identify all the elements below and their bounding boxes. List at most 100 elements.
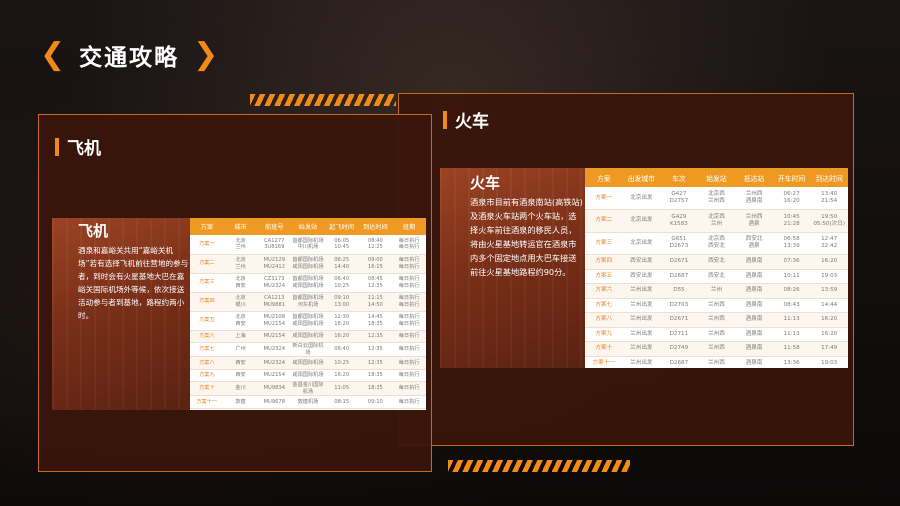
table-cell: G427 D2757 <box>660 187 698 210</box>
table-row: 方案五 北京 西安 MU2108 MU2154 首都国际机场 咸阳国际机场 12:30 … <box>190 311 426 331</box>
table-cell: 方案九 <box>190 369 224 382</box>
column-header: 到达时间 <box>358 218 393 235</box>
table-cell: 06:40 10:25 <box>324 273 359 293</box>
table-cell: 10:25 <box>324 356 359 370</box>
table-cell: CA1277 3U8169 <box>257 235 292 255</box>
plane-heading: 飞机 <box>55 134 101 159</box>
table-cell: 酒泉南 <box>735 327 773 342</box>
table-cell: 每日执行 每日执行 <box>392 254 426 274</box>
table-row: 方案十一 敦煌 MU9678 敦煌机场 08:15 09:10 每日执行 <box>190 395 426 409</box>
table-cell: 敦煌机场 <box>291 395 325 409</box>
table-cell: 13:40 21:54 <box>810 187 848 210</box>
table-cell: 兰州出发 <box>622 298 661 313</box>
table-cell: 16:20 <box>324 369 359 382</box>
table-cell: 咸阳国际机场 <box>291 330 325 343</box>
table-cell: 方案九 <box>585 327 623 342</box>
table-cell: 每日执行 每日执行 <box>392 311 426 331</box>
table-cell: 兰州出发 <box>622 341 661 357</box>
table-cell: 兰州西 酒泉 <box>735 209 773 233</box>
column-header: 城市 <box>223 218 258 235</box>
table-cell: 首都国际机场 咸阳国际机场 <box>291 311 325 331</box>
table-cell: 兰州 <box>697 283 736 299</box>
table-cell: 兰州西 酒泉南 <box>735 187 773 210</box>
table-cell: D2671 <box>660 254 698 270</box>
table-row: 方案八 西安 MU2324 咸阳国际机场 10:25 12:35 每日执行 <box>190 356 426 370</box>
table-cell: 方案八 <box>585 312 623 328</box>
table-cell: 19:03 <box>810 356 848 368</box>
table-cell: 方案一 <box>585 187 623 210</box>
table-cell: 金川 <box>223 381 258 396</box>
table-row: 方案二 北京 兰州 MU2129 MU2412 首都国际机场 咸阳国际机场 06:25 … <box>190 254 426 274</box>
table-cell: 10:11 <box>772 269 811 284</box>
table-cell: 10:45 21:28 <box>772 209 811 233</box>
column-header: 始发站 <box>697 168 736 187</box>
table-cell: 兰州出发 <box>622 283 661 299</box>
table-row: 方案一 北京出发 G427 D2757 北京西 兰州西 兰州西 酒泉南 06:27 16:… <box>585 187 848 210</box>
table-cell: 西安北 <box>697 269 736 284</box>
table-header-row: 方案 城市 航班号 始发站 起飞时间 到达时间 班期 <box>190 218 426 235</box>
table-cell: 14:44 <box>810 298 848 313</box>
table-cell: 12:47 22:42 <box>810 232 848 255</box>
table-cell: 敦煌 <box>223 395 258 409</box>
table-cell: D55 <box>660 283 698 299</box>
table-cell: 16:20 <box>810 327 848 342</box>
table-row: 方案六 兰州出发 D55 兰州 酒泉南 08:26 13:59 <box>585 283 848 299</box>
table-row: 方案九 西安 MU2154 咸阳国际机场 16:20 18:35 每日执行 <box>190 369 426 382</box>
table-cell: 方案七 <box>585 298 623 313</box>
table-cell: 北京 兰州 <box>223 235 258 255</box>
table-cell: MU2154 <box>257 369 292 382</box>
table-row: 方案九 兰州出发 D2711 兰州西 酒泉南 11:13 16:20 <box>585 327 848 342</box>
table-cell: D2749 <box>660 341 698 357</box>
table-cell: 北京 兰州 <box>223 254 258 274</box>
table-cell: 每日执行 <box>392 356 426 370</box>
column-header: 班期 <box>392 218 426 235</box>
table-cell: 西安北 酒泉 <box>735 232 773 255</box>
table-cell: 每日执行 <box>392 342 426 357</box>
table-cell: 每日执行 <box>392 381 426 396</box>
table-cell: 方案三 <box>190 273 224 293</box>
column-header: 方案 <box>585 168 623 187</box>
table-cell: 11:13 <box>772 327 811 342</box>
table-cell: 方案十一 <box>190 395 224 409</box>
table-cell: 每日执行 每日执行 <box>392 235 426 255</box>
table-cell: 兰州西 <box>697 356 736 368</box>
table-cell: 方案五 <box>190 311 224 331</box>
table-cell: 方案八 <box>190 356 224 370</box>
table-row: 方案十 金川 MU9834 金昌金川国际机场 11:05 18:35 每日执行 <box>190 381 426 396</box>
table-cell: 09:00 16:15 <box>358 254 393 274</box>
table-cell: 方案四 <box>585 254 623 270</box>
table-cell: 北京 西安 <box>223 273 258 293</box>
table-row: 方案一 北京 兰州 CA1277 3U8169 首都国际机场 中川机场 06:05 10… <box>190 235 426 255</box>
table-cell: 方案十一 <box>585 356 623 368</box>
column-header: 出发城市 <box>622 168 661 187</box>
table-cell: 兰州出发 <box>622 327 661 342</box>
table-cell: 方案十 <box>190 381 224 396</box>
table-cell: 西安出发 <box>622 269 661 284</box>
train-heading: 火车 <box>443 107 489 132</box>
table-cell: 每日执行 <box>392 369 426 382</box>
table-cell: 06:27 16:20 <box>772 187 811 210</box>
table-cell: 方案六 <box>190 330 224 343</box>
table-cell: 17:49 <box>810 341 848 357</box>
table-cell: 首都国际机场 咸阳国际机场 <box>291 254 325 274</box>
table-cell: 16:20 <box>810 312 848 328</box>
table-cell: 12:35 <box>358 330 393 343</box>
table-cell: 08:26 <box>772 283 811 299</box>
decor-stripes-top <box>250 94 396 106</box>
table-cell: 北京西 兰州西 <box>697 187 736 210</box>
table-row: 方案六 上海 MU2154 咸阳国际机场 16:20 12:35 每日执行 <box>190 330 426 343</box>
table-cell: 新白云国际机场 <box>291 342 325 357</box>
table-cell: 方案三 <box>585 232 623 255</box>
table-cell: 08:40 12:25 <box>358 235 393 255</box>
table-cell: MU9678 <box>257 395 292 409</box>
table-cell: 咸阳国际机场 <box>291 356 325 370</box>
heading-bar <box>55 137 59 156</box>
table-cell: 酒泉南 <box>735 269 773 284</box>
table-cell: 每日执行 每日执行 <box>392 292 426 312</box>
table-cell: 11:05 <box>324 381 359 396</box>
table-cell: 首都国际机场 中川机场 <box>291 235 325 255</box>
table-cell: 每日执行 <box>392 330 426 343</box>
table-cell: 每日执行 每日执行 <box>392 273 426 293</box>
table-cell: 11:13 <box>772 312 811 328</box>
table-cell: MU9834 <box>257 381 292 396</box>
